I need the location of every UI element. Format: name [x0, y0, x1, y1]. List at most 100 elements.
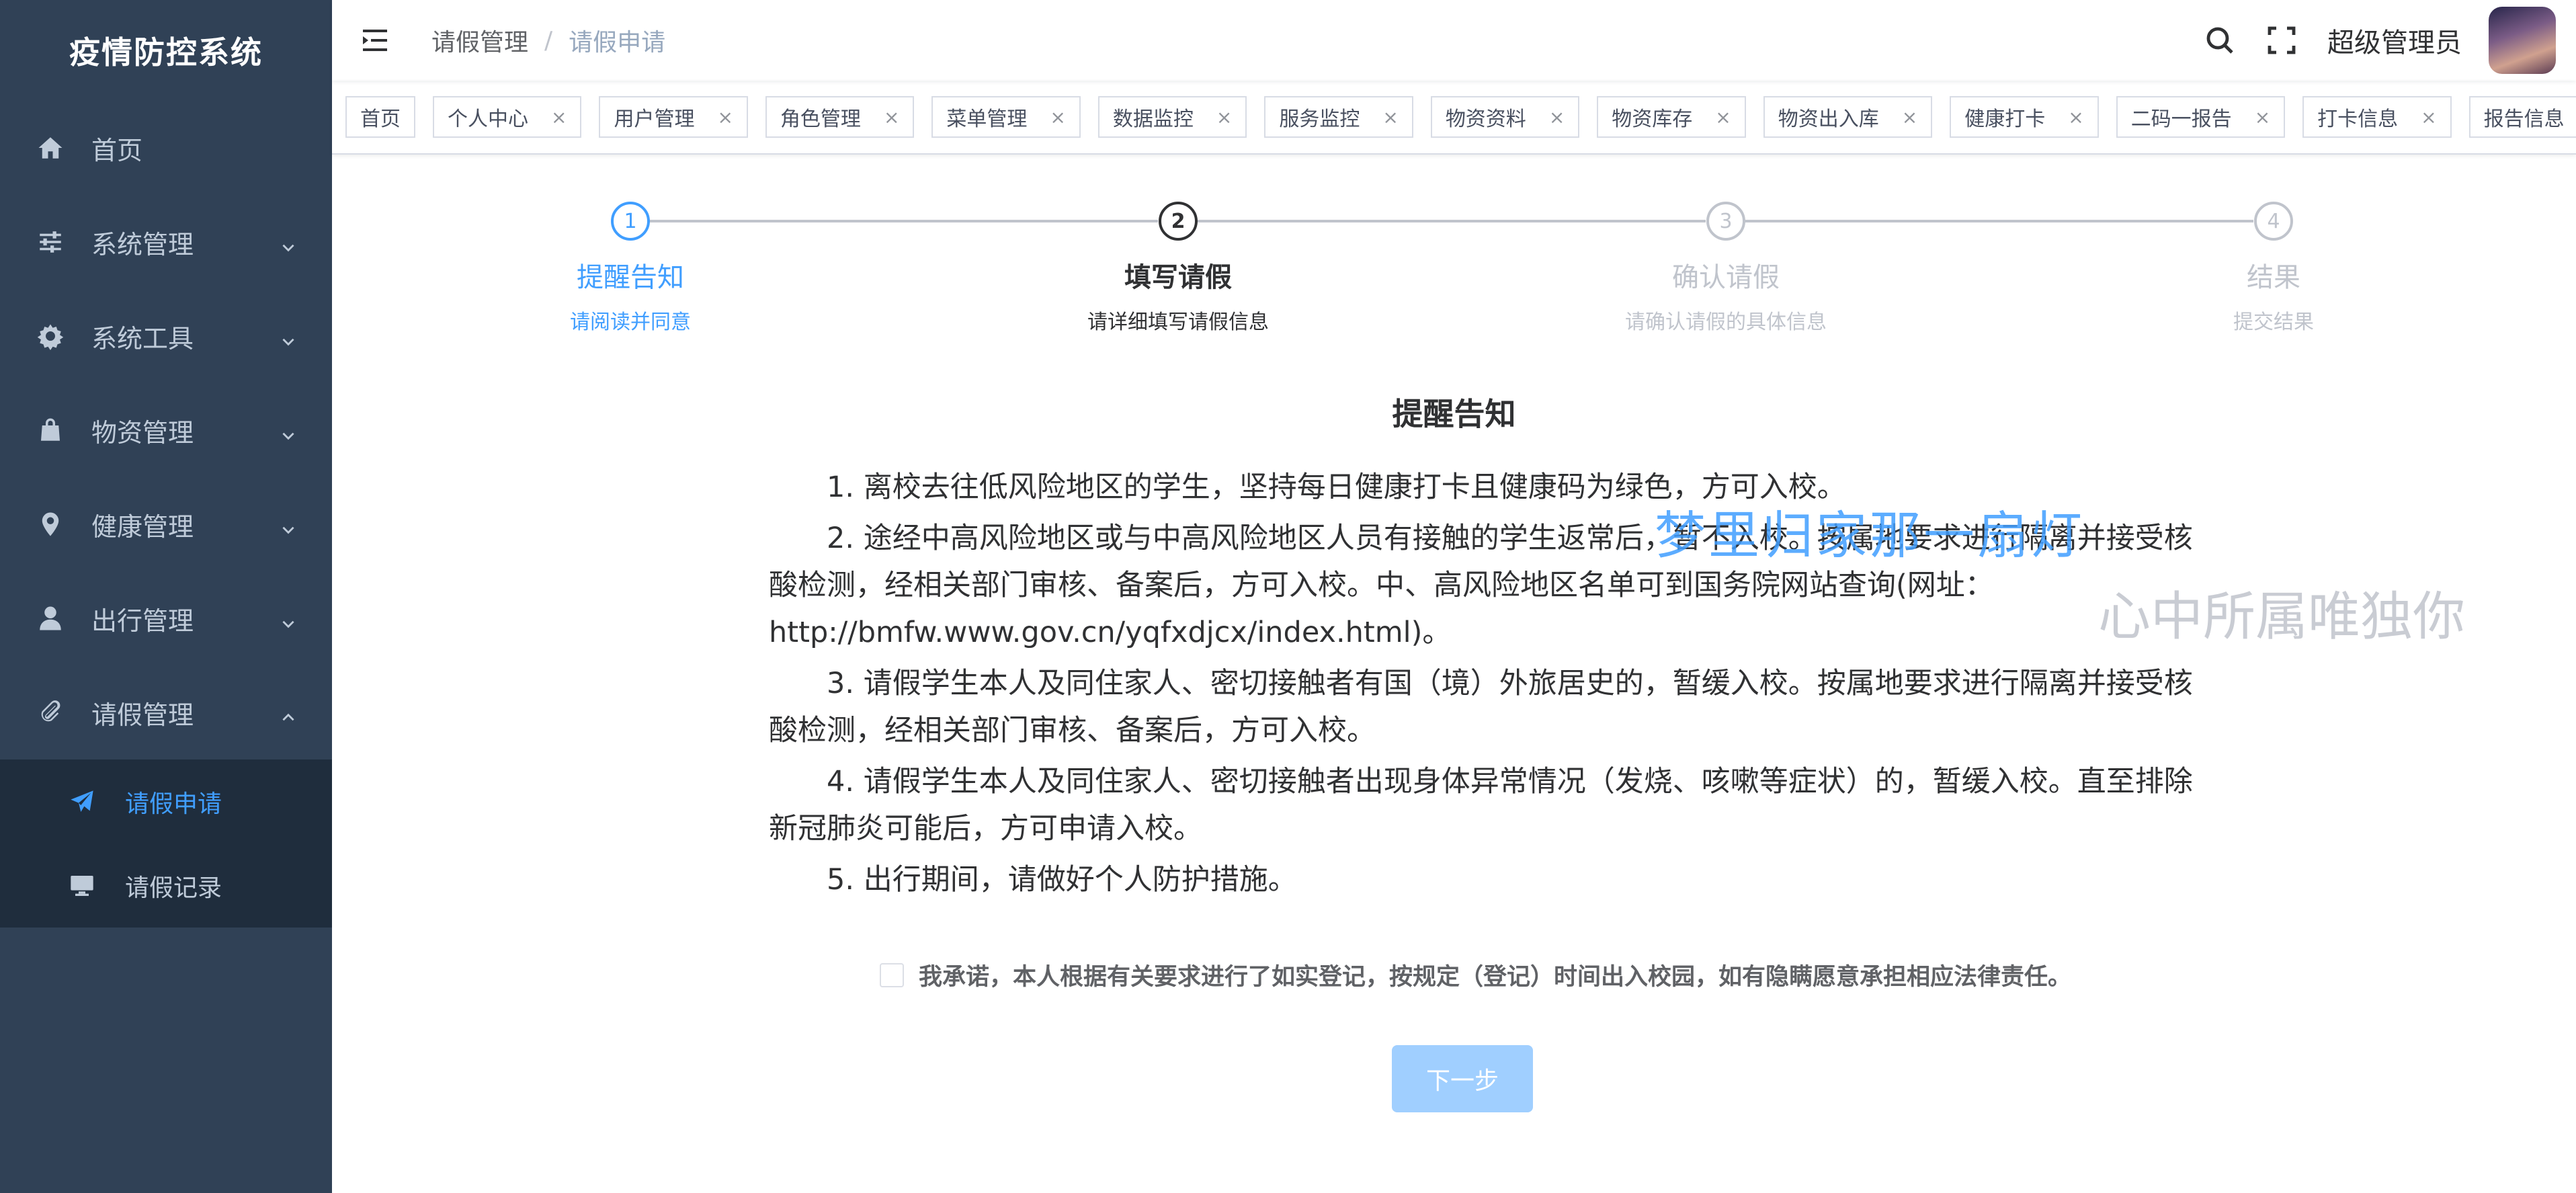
home-icon [35, 132, 66, 163]
tag-item[interactable]: 物资库存 × [1597, 96, 1746, 138]
tag-item[interactable]: 报告信息× [2468, 96, 2576, 138]
sidebar-item-material-management[interactable]: 物资管理 [0, 383, 332, 477]
breadcrumb: 请假管理 / 请假申请 [431, 23, 665, 58]
close-icon[interactable]: × [717, 106, 733, 128]
notice-item: 3. 请假学生本人及同住家人、密切接触者有国（境）外旅居史的，暂缓入校。按属地要… [769, 667, 2193, 747]
step-number: 4 [2254, 202, 2293, 241]
notice-title: 提醒告知 [1392, 396, 1516, 432]
close-icon[interactable]: × [1050, 106, 1065, 128]
close-icon[interactable]: × [1382, 106, 1398, 128]
sidebar: 疫情防控系统 首页 系统管理 系统工具 物资管理 健康管理 出行管理 请假管理 … [0, 0, 332, 1193]
fullscreen-icon[interactable] [2266, 24, 2298, 56]
user-icon [35, 603, 66, 634]
close-icon[interactable]: × [1715, 106, 1731, 128]
sidebar-item-label: 请假记录 [125, 874, 222, 902]
step-connector [1726, 220, 2253, 222]
location-pin-icon [35, 509, 66, 540]
step-description: 提交结果 [2233, 311, 2314, 334]
sidebar-item-label: 首页 [91, 135, 143, 165]
sidebar-item-health-management[interactable]: 健康管理 [0, 477, 332, 571]
sidebar-item-system-management[interactable]: 系统管理 [0, 195, 332, 289]
sidebar-item-leave-management[interactable]: 请假管理 [0, 665, 332, 759]
tag-item[interactable]: 角色管理 × [765, 96, 915, 138]
chevron-down-icon [280, 233, 297, 252]
sidebar-item-travel-management[interactable]: 出行管理 [0, 571, 332, 665]
sidebar-item-label: 健康管理 [91, 511, 194, 542]
app-logo-title: 疫情防控系统 [69, 34, 263, 71]
send-icon [67, 787, 97, 817]
sidebar-item-label: 系统工具 [91, 323, 194, 354]
tag-item[interactable]: 数据监控 × [1097, 96, 1247, 138]
tag-label: 健康打卡 [1964, 108, 2046, 131]
close-icon[interactable]: × [2255, 106, 2270, 128]
search-icon[interactable] [2204, 24, 2236, 56]
sliders-icon [35, 227, 66, 257]
step-description: 请阅读并同意 [570, 311, 691, 334]
chevron-down-icon [280, 421, 297, 440]
breadcrumb-separator: / [544, 26, 553, 54]
step-connector [1178, 220, 1706, 222]
close-icon[interactable]: × [2068, 106, 2083, 128]
sidebar-item-label: 系统管理 [91, 229, 194, 259]
tag-label: 二码一报告 [2130, 108, 2232, 131]
watermark-text: 心中所属唯独你 [2098, 587, 2466, 647]
tag-item[interactable]: 物资资料 × [1430, 96, 1580, 138]
close-icon[interactable]: × [2421, 106, 2436, 128]
navbar-right-menu: 超级管理员 [2204, 0, 2556, 81]
step-title: 提醒告知 [577, 262, 684, 293]
close-icon[interactable]: × [1902, 106, 1917, 128]
sidebar-item-label: 出行管理 [91, 606, 194, 636]
step-title: 结果 [2247, 262, 2300, 293]
close-icon[interactable]: × [884, 106, 899, 128]
breadcrumb-item[interactable]: 请假管理 [431, 23, 528, 58]
watermark-text: 梦里归家那一扇灯 [1655, 505, 2085, 565]
sidebar-item-leave-records[interactable]: 请假记录 [0, 844, 332, 928]
tag-label: 个人中心 [448, 108, 528, 131]
step-number: 3 [1706, 202, 1745, 241]
sidebar-item-home[interactable]: 首页 [0, 101, 332, 195]
avatar[interactable] [2489, 7, 2556, 74]
agreement-checkbox-row[interactable]: 我承诺，本人根据有关要求进行了如实登记，按规定（登记）时间出入校园，如有隐瞒愿意… [880, 958, 2071, 992]
tag-item[interactable]: 菜单管理 × [931, 96, 1081, 138]
step-number: 1 [611, 202, 650, 241]
tag-item[interactable]: 个人中心 × [433, 96, 582, 138]
sidebar-item-label: 请假申请 [125, 790, 222, 818]
tag-label: 服务监控 [1279, 108, 1360, 131]
tag-item[interactable]: 物资出入库 × [1763, 96, 1933, 138]
paperclip-icon [35, 697, 66, 728]
tag-label: 用户管理 [614, 108, 695, 131]
breadcrumb-item-current: 请假申请 [569, 29, 666, 56]
tag-item[interactable]: 服务监控 × [1264, 96, 1413, 138]
leave-submenu: 请假申请 请假记录 [0, 759, 332, 928]
hamburger-menu-icon[interactable] [359, 24, 391, 56]
tag-item[interactable]: 打卡信息 × [2302, 96, 2452, 138]
tag-label: 物资资料 [1445, 108, 1526, 131]
steps-progress: 1 提醒告知 请阅读并同意 2 填写请假 请详细填写请假信息 3 确认请假 请确… [332, 202, 2576, 349]
tag-label: 打卡信息 [2317, 108, 2399, 131]
sidebar-item-system-tools[interactable]: 系统工具 [0, 289, 332, 383]
gear-icon [35, 321, 66, 352]
sidebar-item-leave-apply[interactable]: 请假申请 [0, 759, 332, 844]
close-icon[interactable]: × [551, 106, 567, 128]
tag-label: 报告信息 [2483, 108, 2565, 131]
chevron-up-icon [280, 703, 297, 721]
chevron-down-icon [280, 327, 297, 346]
close-icon[interactable]: × [1549, 106, 1565, 128]
tag-item[interactable]: 健康打卡 × [1950, 96, 2099, 138]
tag-item[interactable]: 用户管理 × [599, 96, 748, 138]
bag-icon [35, 415, 66, 446]
navbar: 请假管理 / 请假申请 超级管理员 [332, 0, 2576, 81]
username[interactable]: 超级管理员 [2327, 21, 2462, 60]
close-icon[interactable]: × [1216, 106, 1232, 128]
agreement-label: 我承诺，本人根据有关要求进行了如实登记，按规定（登记）时间出入校园，如有隐瞒愿意… [919, 964, 2072, 991]
step-title: 填写请假 [1124, 262, 1232, 293]
tag-label: 物资出入库 [1778, 108, 1879, 131]
agreement-checkbox[interactable] [880, 962, 904, 987]
next-step-button[interactable]: 下一步 [1392, 1045, 1533, 1112]
step-title: 确认请假 [1672, 262, 1780, 293]
tag-label: 物资库存 [1612, 108, 1693, 131]
notice-item: 4. 请假学生本人及同住家人、密切接触者出现身体异常情况（发烧、咳嗽等症状）的，… [769, 765, 2193, 846]
tag-label: 首页 [360, 108, 401, 131]
tag-item[interactable]: 二码一报告 × [2116, 96, 2286, 138]
tag-home[interactable]: 首页 [345, 96, 415, 138]
